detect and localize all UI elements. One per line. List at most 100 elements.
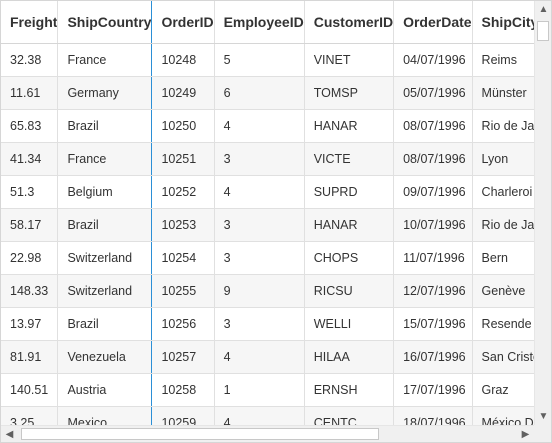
cell-orderid[interactable]: 10258	[151, 373, 215, 407]
cell-customerid[interactable]: HILAA	[304, 340, 395, 374]
cell-orderdate[interactable]: 12/07/1996	[393, 274, 473, 308]
table-row[interactable]: 32.38 France 10248 5 VINET 04/07/1996 Reims	[1, 43, 534, 77]
cell-orderdate[interactable]: 08/07/1996	[393, 142, 473, 176]
table-row[interactable]: 81.91 Venezuela 10257 4 HILAA 16/07/1996 San C…	[1, 340, 534, 374]
cell-customerid[interactable]: CENTC	[304, 406, 395, 425]
cell-employeeid[interactable]: 6	[214, 76, 305, 110]
cell-orderid[interactable]: 10259	[151, 406, 215, 425]
cell-shipcity[interactable]: Lyon	[472, 142, 534, 176]
cell-shipcity[interactable]: Charleroi	[472, 175, 534, 209]
cell-orderid[interactable]: 10249	[151, 76, 215, 110]
cell-customerid[interactable]: TOMSP	[304, 76, 395, 110]
column-header-orderid[interactable]: OrderID	[151, 1, 215, 44]
cell-orderdate[interactable]: 10/07/1996	[393, 208, 473, 242]
vertical-scrollbar[interactable]: ▲ ▼	[534, 1, 551, 425]
cell-shipcountry[interactable]: Austria	[57, 373, 153, 407]
cell-employeeid[interactable]: 4	[214, 340, 305, 374]
cell-freight[interactable]: 65.83	[1, 109, 59, 143]
cell-freight[interactable]: 51.3	[1, 175, 59, 209]
column-header-orderdate[interactable]: OrderDate	[393, 1, 473, 44]
cell-orderdate[interactable]: 11/07/1996	[393, 241, 473, 275]
cell-employeeid[interactable]: 4	[214, 406, 305, 425]
cell-orderid[interactable]: 10255	[151, 274, 215, 308]
cell-shipcity[interactable]: Bern	[472, 241, 534, 275]
cell-employeeid[interactable]: 3	[214, 142, 305, 176]
column-header-freight[interactable]: Freight	[1, 1, 59, 44]
cell-shipcountry[interactable]: Switzerland	[57, 241, 153, 275]
cell-orderid[interactable]: 10248	[151, 43, 215, 77]
cell-orderdate[interactable]: 16/07/1996	[393, 340, 473, 374]
cell-customerid[interactable]: WELLI	[304, 307, 395, 341]
table-row[interactable]: 13.97 Brazil 10256 3 WELLI 15/07/1996 Resende	[1, 307, 534, 341]
cell-shipcountry[interactable]: Switzerland	[57, 274, 153, 308]
cell-orderdate[interactable]: 04/07/1996	[393, 43, 473, 77]
cell-employeeid[interactable]: 3	[214, 208, 305, 242]
cell-orderid[interactable]: 10253	[151, 208, 215, 242]
cell-orderid[interactable]: 10256	[151, 307, 215, 341]
cell-customerid[interactable]: HANAR	[304, 109, 395, 143]
cell-shipcountry[interactable]: Germany	[57, 76, 153, 110]
cell-shipcity[interactable]: Rio de Janeiro	[472, 109, 534, 143]
cell-orderdate[interactable]: 17/07/1996	[393, 373, 473, 407]
column-header-customerid[interactable]: CustomerID	[304, 1, 395, 44]
cell-orderdate[interactable]: 15/07/1996	[393, 307, 473, 341]
cell-shipcity[interactable]: Genève	[472, 274, 534, 308]
column-header-shipcity[interactable]: ShipCity	[472, 1, 534, 44]
cell-freight[interactable]: 41.34	[1, 142, 59, 176]
cell-shipcity[interactable]: Reims	[472, 43, 534, 77]
cell-customerid[interactable]: RICSU	[304, 274, 395, 308]
cell-shipcity[interactable]: Resende	[472, 307, 534, 341]
cell-shipcountry[interactable]: Brazil	[57, 307, 153, 341]
cell-shipcountry[interactable]: France	[57, 43, 153, 77]
cell-freight[interactable]: 148.33	[1, 274, 59, 308]
cell-shipcity[interactable]: Graz	[472, 373, 534, 407]
cell-shipcity[interactable]: México D.F.	[472, 406, 534, 425]
cell-employeeid[interactable]: 4	[214, 109, 305, 143]
cell-customerid[interactable]: HANAR	[304, 208, 395, 242]
cell-orderdate[interactable]: 09/07/1996	[393, 175, 473, 209]
cell-orderid[interactable]: 10254	[151, 241, 215, 275]
table-row[interactable]: 65.83 Brazil 10250 4 HANAR 08/07/1996 Rio de J…	[1, 109, 534, 143]
cell-customerid[interactable]: CHOPS	[304, 241, 395, 275]
cell-customerid[interactable]: VINET	[304, 43, 395, 77]
cell-shipcountry[interactable]: Belgium	[57, 175, 153, 209]
table-row[interactable]: 3.25Mexico102594CENTC18/07/1996México D.…	[1, 406, 534, 425]
cell-orderid[interactable]: 10252	[151, 175, 215, 209]
cell-employeeid[interactable]: 1	[214, 373, 305, 407]
cell-freight[interactable]: 22.98	[1, 241, 59, 275]
cell-freight[interactable]: 11.61	[1, 76, 59, 110]
cell-freight[interactable]: 32.38	[1, 43, 59, 77]
table-row[interactable]: 51.3 Belgium 10252 4 SUPRD 09/07/1996 Charlero…	[1, 175, 534, 209]
cell-customerid[interactable]: ERNSH	[304, 373, 395, 407]
table-row[interactable]: 58.17 Brazil 10253 3 HANAR 10/07/1996 Rio de J…	[1, 208, 534, 242]
column-header-employeeid[interactable]: EmployeeID	[214, 1, 305, 44]
cell-shipcountry[interactable]: Mexico	[57, 406, 153, 425]
cell-employeeid[interactable]: 5	[214, 43, 305, 77]
cell-employeeid[interactable]: 4	[214, 175, 305, 209]
column-header-shipcountry[interactable]: ShipCountry	[57, 1, 153, 44]
cell-orderid[interactable]: 10257	[151, 340, 215, 374]
cell-freight[interactable]: 81.91	[1, 340, 59, 374]
chevron-down-icon[interactable]: ▼	[535, 408, 551, 425]
cell-orderdate[interactable]: 18/07/1996	[393, 406, 473, 425]
cell-employeeid[interactable]: 9	[214, 274, 305, 308]
cell-shipcity[interactable]: Rio de Janeiro	[472, 208, 534, 242]
table-row[interactable]: 41.34 France 10251 3 VICTE 08/07/1996 Lyon	[1, 142, 534, 176]
cell-orderid[interactable]: 10250	[151, 109, 215, 143]
horizontal-scroll-thumb[interactable]	[21, 428, 379, 440]
vertical-scroll-thumb[interactable]	[537, 21, 549, 41]
horizontal-scrollbar[interactable]: ◀ ▶	[1, 425, 534, 442]
cell-freight[interactable]: 140.51	[1, 373, 59, 407]
cell-shipcountry[interactable]: Brazil	[57, 208, 153, 242]
chevron-right-icon[interactable]: ▶	[517, 426, 534, 442]
table-row[interactable]: 140.51 Austria 10258 1 ERNSH 17/07/1996 Graz	[1, 373, 534, 407]
chevron-left-icon[interactable]: ◀	[1, 426, 18, 442]
table-row[interactable]: 22.98 Switzerland 10254 3 CHOPS 11/07/1996 Ber…	[1, 241, 534, 275]
cell-orderdate[interactable]: 05/07/1996	[393, 76, 473, 110]
cell-shipcountry[interactable]: France	[57, 142, 153, 176]
cell-employeeid[interactable]: 3	[214, 307, 305, 341]
cell-shipcountry[interactable]: Venezuela	[57, 340, 153, 374]
table-row[interactable]: 11.61 Germany 10249 6 TOMSP 05/07/1996 Münster	[1, 76, 534, 110]
cell-freight[interactable]: 3.25	[1, 406, 59, 425]
chevron-up-icon[interactable]: ▲	[535, 1, 551, 18]
